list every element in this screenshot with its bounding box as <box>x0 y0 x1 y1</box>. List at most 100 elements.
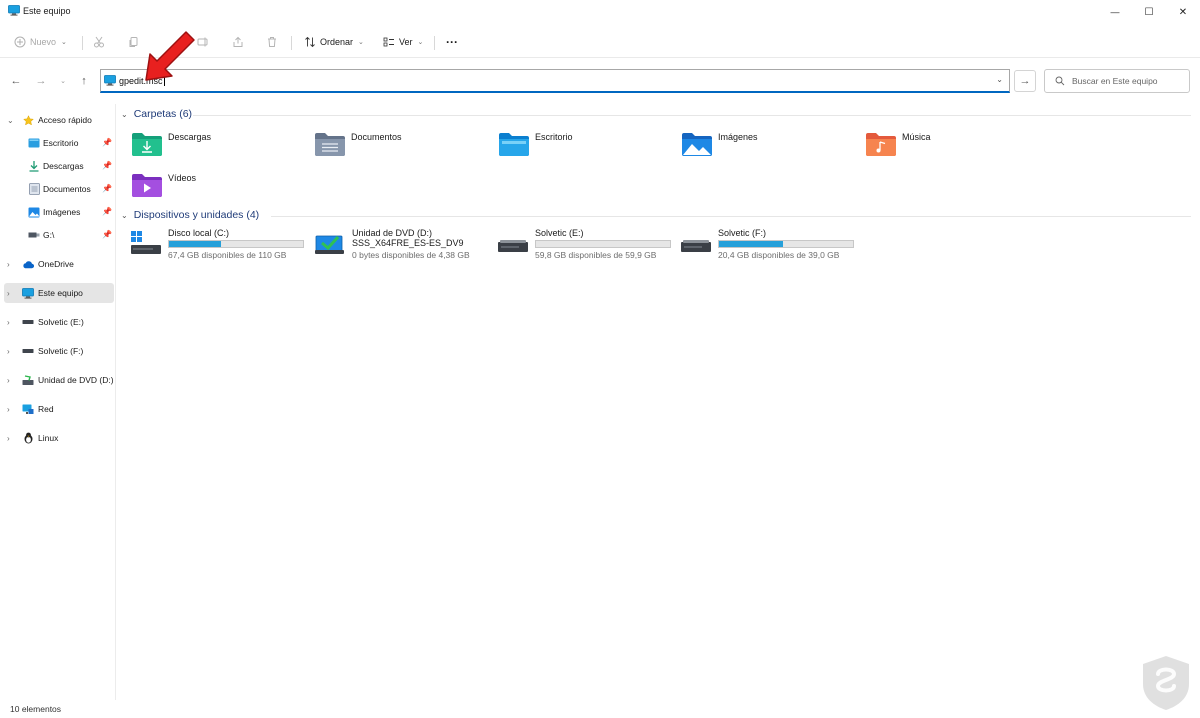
sidebar-item-this-pc[interactable]: › Este equipo <box>4 283 114 303</box>
folder-item[interactable]: Descargas <box>131 129 301 159</box>
pin-icon[interactable]: 📌 <box>102 138 112 147</box>
pin-icon[interactable]: 📌 <box>102 184 112 193</box>
folder-item[interactable]: Música <box>865 129 1035 159</box>
drive-name: Unidad de DVD (D:) <box>352 228 433 238</box>
sidebar-item-dvd-drive[interactable]: › Unidad de DVD (D:) <box>4 370 114 390</box>
dvd-drive-icon <box>315 235 344 254</box>
folder-item[interactable]: Escritorio <box>498 129 668 159</box>
close-button[interactable]: ✕ <box>1166 0 1200 24</box>
sidebar-item-label: Documentos <box>43 184 91 194</box>
chevron-right-icon: › <box>7 317 10 327</box>
sidebar-item-label: Acceso rápido <box>38 115 92 125</box>
arrow-up-icon: ↑ <box>81 75 87 87</box>
drive-icon <box>22 346 34 357</box>
sidebar-item-label: Imágenes <box>43 207 81 217</box>
sidebar-item-label: OneDrive <box>38 259 74 269</box>
share-button[interactable] <box>232 32 244 52</box>
drive-volume-label: SSS_X64FRE_ES-ES_DV9 <box>352 238 464 248</box>
new-button[interactable]: Nuevo ⌄ <box>14 32 67 52</box>
this-pc-icon <box>8 5 20 16</box>
chevron-down-icon: ⌄ <box>417 39 424 46</box>
scissors-icon <box>94 36 104 48</box>
maximize-icon: ☐ <box>1144 6 1154 18</box>
downloads-folder-icon <box>132 133 162 156</box>
folder-name: Música <box>902 132 931 142</box>
folder-item[interactable]: Vídeos <box>131 170 301 200</box>
document-icon <box>28 183 40 195</box>
sidebar-item-network[interactable]: › Red <box>4 399 114 419</box>
sidebar-item-drive-g[interactable]: G:\ 📌 <box>4 225 114 245</box>
forward-button[interactable]: → <box>32 72 50 90</box>
folders-group-header[interactable]: ⌄ Carpetas (6) <box>121 108 1191 120</box>
pictures-folder-icon <box>682 133 712 156</box>
pin-icon[interactable]: 📌 <box>102 207 112 216</box>
delete-button[interactable] <box>266 32 278 52</box>
pin-icon[interactable]: 📌 <box>102 161 112 170</box>
drive-usage-fill <box>719 241 784 247</box>
sidebar-item-pictures[interactable]: Imágenes 📌 <box>4 202 114 222</box>
sort-label: Ordenar <box>320 37 354 47</box>
chevron-down-icon: ⌄ <box>358 39 364 46</box>
chevron-down-icon[interactable]: ⌄ <box>996 75 1003 84</box>
drive-name: Solvetic (F:) <box>718 228 767 238</box>
sidebar-item-label: Escritorio <box>43 138 79 148</box>
sidebar-item-label: Linux <box>38 433 59 443</box>
drive-item-d[interactable]: Unidad de DVD (D:) SSS_X64FRE_ES-ES_DV9 … <box>315 228 490 264</box>
sort-icon <box>305 36 315 48</box>
folder-name: Imágenes <box>718 132 758 142</box>
drive-item-f[interactable]: Solvetic (F:) 20,4 GB disponibles de 39,… <box>681 228 856 264</box>
star-icon <box>22 114 34 126</box>
copy-button[interactable] <box>128 32 140 52</box>
folder-item[interactable]: Documentos <box>314 129 484 159</box>
maximize-button[interactable]: ☐ <box>1132 0 1166 24</box>
sidebar-item-downloads[interactable]: Descargas 📌 <box>4 156 114 176</box>
group-divider <box>193 115 1191 116</box>
drive-icon <box>22 317 34 328</box>
sidebar-item-onedrive[interactable]: › OneDrive <box>4 254 114 274</box>
arrow-left-icon: ← <box>10 75 22 87</box>
drive-item-e[interactable]: Solvetic (E:) 59,8 GB disponibles de 59,… <box>498 228 673 264</box>
folder-item[interactable]: Imágenes <box>681 129 851 159</box>
sidebar-item-drive-f[interactable]: › Solvetic (F:) <box>4 341 114 361</box>
network-icon <box>22 404 34 415</box>
more-options-button[interactable]: ··· <box>446 32 458 52</box>
recent-locations-button[interactable]: ⌄ <box>54 72 72 90</box>
folder-name: Vídeos <box>168 173 197 183</box>
sidebar-item-desktop[interactable]: Escritorio 📌 <box>4 133 114 153</box>
this-pc-icon <box>22 287 34 299</box>
chevron-right-icon: › <box>7 433 10 443</box>
sidebar-item-drive-e[interactable]: › Solvetic (E:) <box>4 312 114 332</box>
sidebar-item-label: Este equipo <box>38 288 83 298</box>
up-button[interactable]: ↑ <box>75 72 93 90</box>
folder-name: Descargas <box>168 132 212 142</box>
drive-icon <box>498 240 528 252</box>
minimize-icon: — <box>1110 7 1120 17</box>
cloud-icon <box>22 259 34 270</box>
cut-button[interactable] <box>93 32 105 52</box>
drive-item-c[interactable]: Disco local (C:) 67,4 GB disponibles de … <box>131 228 306 264</box>
sort-button[interactable]: Ordenar ⌄ <box>304 32 364 52</box>
chevron-down-icon: ⌄ <box>61 39 67 46</box>
sidebar-item-documents[interactable]: Documentos 📌 <box>4 179 114 199</box>
videos-folder-icon <box>132 174 162 197</box>
arrow-right-icon: → <box>35 75 47 87</box>
view-button[interactable]: Ver ⌄ <box>383 32 423 52</box>
devices-group-header[interactable]: ⌄ Dispositivos y unidades (4) <box>121 209 1191 221</box>
desktop-folder-icon <box>499 133 529 156</box>
music-folder-icon <box>866 133 896 156</box>
sidebar-item-linux[interactable]: › Linux <box>4 428 114 448</box>
view-label: Ver <box>399 37 413 47</box>
drive-free-space: 59,8 GB disponibles de 59,9 GB <box>535 250 657 260</box>
group-title: Carpetas (6) <box>133 108 193 120</box>
pin-icon[interactable]: 📌 <box>102 230 112 239</box>
go-button[interactable]: → <box>1014 70 1036 92</box>
search-box[interactable]: Buscar en Este equipo <box>1044 69 1190 93</box>
drive-usage-fill <box>169 241 222 247</box>
new-label: Nuevo <box>30 37 57 47</box>
minimize-button[interactable]: — <box>1098 0 1132 24</box>
back-button[interactable]: ← <box>7 72 25 90</box>
address-bar[interactable]: gpedit.msc ⌄ <box>100 69 1010 93</box>
toolbar-divider <box>434 36 435 50</box>
desktop-icon <box>28 138 40 149</box>
sidebar-item-quick-access[interactable]: ⌄ Acceso rápido <box>4 110 114 130</box>
